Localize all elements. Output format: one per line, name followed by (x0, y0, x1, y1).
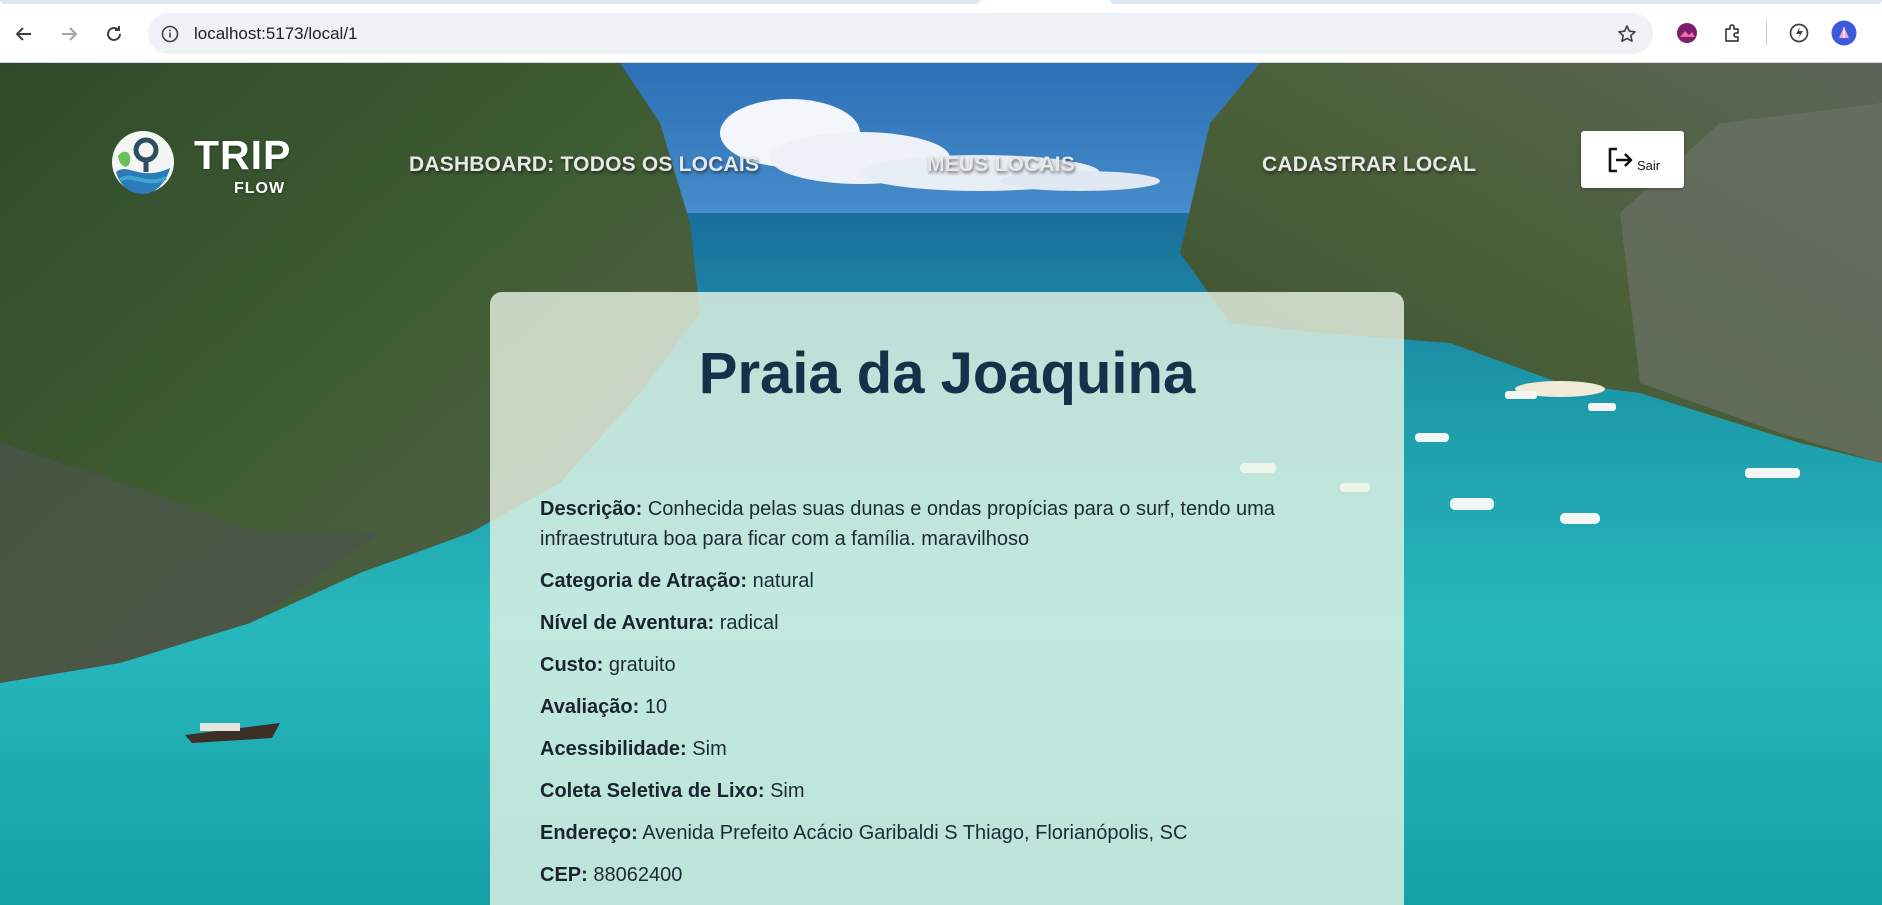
place-detail-page: TRIP FLOW DASHBOARD: TODOS OS LOCAIS MEU… (0, 63, 1882, 905)
detail-label: Descrição: (540, 498, 643, 520)
extensions-puzzle-icon[interactable] (1719, 19, 1747, 47)
place-detail-card: Praia da Joaquina Descrição: Conhecida p… (490, 292, 1404, 905)
nav-link-cadastrar-local[interactable]: CADASTRAR LOCAL (1262, 153, 1476, 177)
nav-link-meus-locais[interactable]: MEUS LOCAIS (927, 153, 1075, 177)
detail-label: Avaliação: (540, 696, 640, 718)
detail-label: Categoria de Atração: (540, 570, 748, 592)
profile-extension-icon[interactable] (1673, 19, 1701, 47)
detail-coleta-seletiva: Coleta Seletiva de Lixo: Sim (540, 776, 1340, 806)
back-icon[interactable] (8, 18, 40, 50)
detail-cep: CEP: 88062400 (540, 860, 1340, 890)
place-title: Praia da Joaquina (698, 341, 1196, 406)
detail-value: natural (752, 570, 814, 592)
address-bar[interactable]: localhost:5173/local/1 (148, 13, 1653, 54)
detail-label: Endereço: (540, 822, 638, 844)
logo-subtitle: FLOW (234, 180, 286, 197)
bookmark-star-icon[interactable] (1615, 22, 1639, 46)
logo-title: TRIP (194, 132, 292, 178)
logout-button[interactable]: Sair (1581, 131, 1684, 188)
tripflow-logo[interactable]: TRIP FLOW (110, 126, 310, 206)
detail-value: Conhecida pelas suas dunas e ondas propí… (540, 498, 1275, 550)
detail-nivel-aventura: Nível de Aventura: radical (540, 608, 1340, 638)
logo-globe-icon (112, 131, 174, 194)
detail-label: Nível de Aventura: (540, 612, 715, 634)
place-details-list: Descrição: Conhecida pelas suas dunas e … (540, 494, 1340, 902)
detail-label: Custo: (540, 654, 604, 676)
tab-strip-edge (0, 0, 980, 4)
account-avatar-icon[interactable] (1830, 19, 1858, 47)
detail-categoria: Categoria de Atração: natural (540, 566, 1340, 596)
nav-link-dashboard[interactable]: DASHBOARD: TODOS OS LOCAIS (409, 153, 759, 177)
detail-descricao: Descrição: Conhecida pelas suas dunas e … (540, 494, 1340, 554)
forward-icon[interactable] (53, 18, 85, 50)
detail-value: radical (719, 612, 779, 634)
detail-value: 10 (644, 696, 668, 718)
logout-icon (1608, 147, 1633, 172)
detail-value: Sim (770, 780, 805, 802)
detail-avaliacao: Avaliação: 10 (540, 692, 1340, 722)
detail-endereco: Endereço: Avenida Prefeito Acácio Gariba… (540, 818, 1340, 848)
detail-value: gratuito (608, 654, 676, 676)
logout-label: Sair (1636, 158, 1661, 173)
toolbar-divider (1766, 21, 1767, 45)
detail-label: Coleta Seletiva de Lixo: (540, 780, 765, 802)
detail-value: 88062400 (593, 864, 683, 886)
detail-label: Acessibilidade: (540, 738, 687, 760)
performance-icon[interactable] (1785, 19, 1813, 47)
detail-label: CEP: (540, 864, 588, 886)
detail-custo: Custo: gratuito (540, 650, 1340, 680)
site-info-icon[interactable] (160, 24, 180, 44)
tab-strip-edge (1110, 0, 1882, 4)
reload-icon[interactable] (98, 18, 130, 50)
browser-toolbar: localhost:5173/local/1 (0, 0, 1882, 63)
detail-value: Avenida Prefeito Acácio Garibaldi S Thia… (642, 822, 1188, 844)
url-text: localhost:5173/local/1 (194, 23, 358, 43)
detail-value: Sim (692, 738, 727, 760)
detail-acessibilidade: Acessibilidade: Sim (540, 734, 1340, 764)
